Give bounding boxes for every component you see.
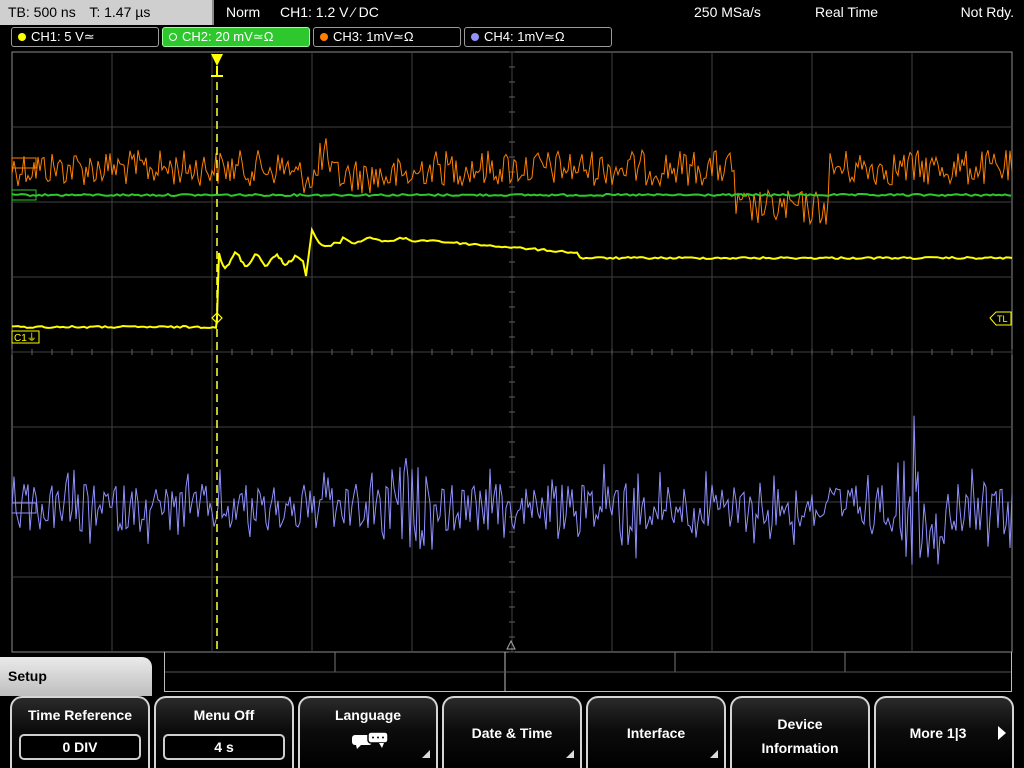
interface-label: Interface	[626, 725, 686, 741]
device-information-label: Device Information	[761, 716, 839, 756]
channel-3-label: CH3: 1mV≃Ω	[333, 29, 414, 44]
time-reference-softkey[interactable]: Time Reference 0 DIV	[10, 696, 150, 768]
trigger-position-marker-icon[interactable]	[211, 54, 223, 77]
channel-3-tab[interactable]: CH3: 1mV≃Ω	[313, 27, 461, 47]
submenu-corner-icon	[566, 750, 574, 758]
menu-off-value: 4 s	[163, 734, 285, 760]
submenu-corner-icon	[422, 750, 430, 758]
softkey-bar: Time Reference 0 DIV Menu Off 4 s Langua…	[0, 696, 1024, 768]
more-label: More 1|3	[909, 725, 967, 741]
speech-bubbles-icon	[352, 732, 389, 749]
interface-softkey[interactable]: Interface	[586, 696, 726, 768]
channel-4-tab[interactable]: CH4: 1mV≃Ω	[464, 27, 612, 47]
zoom-scale-bar	[164, 652, 1012, 692]
channel-4-label: CH4: 1mV≃Ω	[484, 29, 565, 44]
menu-title: Setup	[8, 668, 47, 684]
status-bar: TB: 500 ns T: 1.47 µs Norm CH1: 1.2 V ⁄ …	[0, 0, 1024, 25]
acquisition-mode[interactable]: Real Time	[815, 0, 878, 25]
ch1-ground-label: C1⏚	[14, 332, 37, 344]
trigger-time-label: T: 1.47 µs	[89, 4, 151, 20]
date-time-softkey[interactable]: Date & Time	[442, 696, 582, 768]
channel-2-dot-icon	[169, 33, 177, 41]
horizontal-position-marker-icon[interactable]	[506, 639, 516, 650]
trigger-status: Not Rdy.	[960, 4, 1014, 20]
language-label: Language	[334, 707, 402, 723]
time-reference-label: Time Reference	[27, 707, 132, 723]
menu-off-softkey[interactable]: Menu Off 4 s	[154, 696, 294, 768]
channel-1-dot-icon	[18, 33, 26, 41]
device-information-softkey[interactable]: Device Information	[730, 696, 870, 768]
waveform-display[interactable]: C1⏚ TL	[0, 48, 1024, 656]
channel-4-dot-icon	[471, 33, 479, 41]
submenu-corner-icon	[710, 750, 718, 758]
channel-1-label: CH1: 5 V≃	[31, 29, 95, 44]
trigger-level-marker[interactable]: TL	[989, 311, 1012, 326]
channel-tabs: CH1: 5 V≃ CH2: 20 mV≃Ω CH3: 1mV≃Ω CH4: 1…	[0, 26, 1024, 48]
timebase-box[interactable]: TB: 500 ns T: 1.47 µs	[0, 0, 214, 25]
menu-off-label: Menu Off	[193, 707, 255, 723]
trigger-mode[interactable]: Norm	[226, 0, 260, 25]
channel-1-tab[interactable]: CH1: 5 V≃	[11, 27, 159, 47]
next-page-arrow-icon	[998, 726, 1006, 740]
ch1-ground-marker[interactable]: C1⏚	[11, 330, 40, 344]
date-time-label: Date & Time	[471, 725, 553, 741]
sample-rate: 250 MSa/s	[694, 4, 761, 20]
channel-2-label: CH2: 20 mV≃Ω	[182, 29, 274, 44]
timebase-label: TB: 500 ns	[8, 4, 76, 20]
more-softkey[interactable]: More 1|3	[874, 696, 1014, 768]
trigger-info[interactable]: CH1: 1.2 V ⁄ DC	[280, 0, 379, 25]
language-softkey[interactable]: Language	[298, 696, 438, 768]
graticule	[11, 51, 1013, 653]
menu-title-tab: Setup	[0, 657, 152, 697]
channel-3-dot-icon	[320, 33, 328, 41]
trigger-level-label: TL	[997, 314, 1008, 324]
time-reference-value: 0 DIV	[19, 734, 141, 760]
channel-2-tab[interactable]: CH2: 20 mV≃Ω	[162, 27, 310, 47]
